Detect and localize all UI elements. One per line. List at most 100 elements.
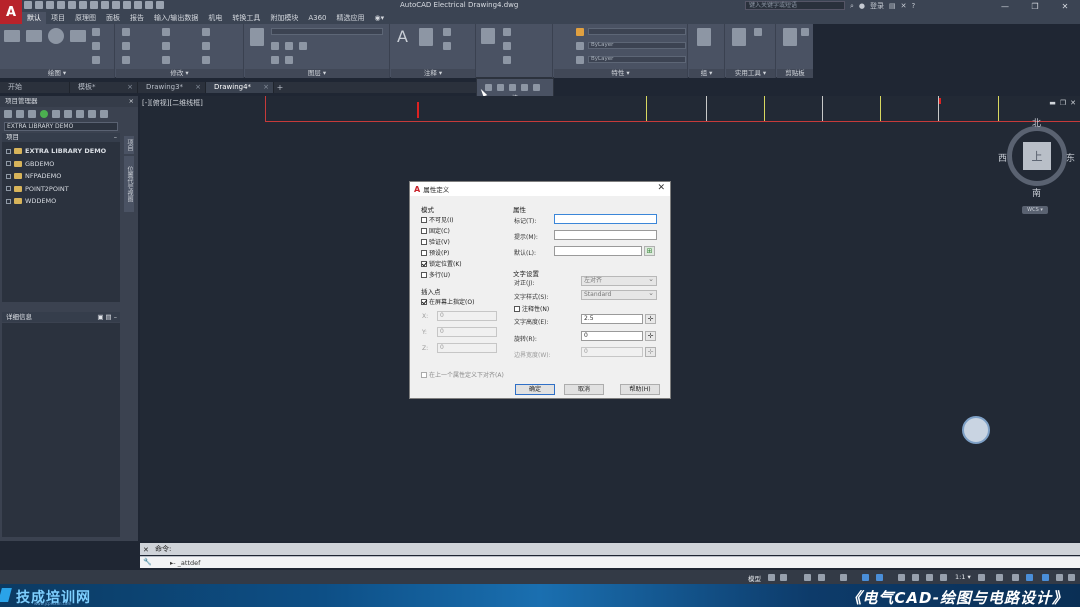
- pick-boundary-icon[interactable]: ✛: [645, 347, 656, 357]
- match-layer-icon[interactable]: [285, 56, 293, 64]
- share-icon[interactable]: [156, 1, 164, 9]
- project-properties-icon[interactable]: [52, 110, 60, 118]
- side-tab-project[interactable]: 项目: [124, 136, 134, 154]
- grid-icon[interactable]: [768, 574, 775, 581]
- edit-attributes-icon[interactable]: [503, 56, 511, 64]
- copy-clip-icon[interactable]: [801, 28, 809, 36]
- paste-icon[interactable]: [783, 28, 797, 46]
- layer-freeze-icon[interactable]: [299, 42, 307, 50]
- constant-checkbox[interactable]: 固定(C): [421, 226, 450, 235]
- expand-icon[interactable]: [6, 148, 11, 154]
- binoculars-icon[interactable]: ⌕: [850, 2, 854, 11]
- table-icon[interactable]: [443, 42, 451, 50]
- measure-icon[interactable]: [732, 28, 746, 46]
- checkbox-box[interactable]: [421, 227, 427, 234]
- color-dropdown[interactable]: [588, 28, 686, 35]
- dialog-close-icon[interactable]: ✕: [657, 183, 665, 193]
- drawing-list-report-icon[interactable]: [64, 110, 72, 118]
- create-block-icon[interactable]: [503, 28, 511, 36]
- panel-utilities-label[interactable]: 实用工具 ▾: [726, 69, 775, 78]
- edit-block-icon[interactable]: [503, 42, 511, 50]
- pick-rotation-icon[interactable]: ✛: [645, 331, 656, 341]
- tab-project[interactable]: 项目: [46, 12, 70, 24]
- synchronize-icon[interactable]: [533, 84, 540, 91]
- move-icon[interactable]: [122, 28, 130, 36]
- new-drawing-icon[interactable]: [28, 110, 36, 118]
- lineweight-toggle-icon[interactable]: [898, 574, 905, 581]
- save-as-icon[interactable]: [57, 1, 65, 9]
- annotative-checkbox[interactable]: 注释性(N): [514, 304, 549, 313]
- checkbox-box[interactable]: [421, 238, 427, 245]
- y-input[interactable]: 0: [437, 327, 497, 337]
- close-tab-icon[interactable]: ×: [127, 82, 133, 93]
- block-editor-icon[interactable]: [521, 84, 528, 91]
- publish-icon[interactable]: [76, 110, 84, 118]
- quick-properties-icon[interactable]: [1026, 574, 1033, 581]
- copy-icon[interactable]: [122, 42, 130, 50]
- tab-addins[interactable]: 附加模块: [265, 12, 303, 24]
- restore-button[interactable]: ❐: [1020, 0, 1050, 12]
- hatch-icon[interactable]: [92, 42, 100, 50]
- tab-electromechanical[interactable]: 机电: [203, 12, 227, 24]
- collapse-icon[interactable]: –: [114, 133, 117, 142]
- doc-tab-start[interactable]: 开始: [0, 82, 70, 93]
- project-gbdemo[interactable]: GBDEMO: [2, 158, 120, 171]
- selection-cycling-icon[interactable]: [926, 574, 933, 581]
- new-tab-button[interactable]: +: [274, 82, 286, 93]
- group-icon[interactable]: [697, 28, 711, 46]
- define-attributes-icon[interactable]: [497, 84, 504, 91]
- select-all-icon[interactable]: [754, 28, 762, 36]
- tab-import-export[interactable]: 输入/输出数据: [149, 12, 203, 24]
- layer-isolate-icon[interactable]: [285, 42, 293, 50]
- lineweight-dropdown[interactable]: ByLayer: [588, 42, 686, 49]
- rotation-input[interactable]: 0: [581, 331, 643, 341]
- cancel-button[interactable]: 取消: [564, 384, 604, 395]
- tab-featured-apps[interactable]: 精选应用: [332, 12, 370, 24]
- checkbox-box[interactable]: [421, 249, 427, 256]
- project-wddemo[interactable]: WDDEMO: [2, 195, 120, 208]
- doc-tab-template[interactable]: 模板* ×: [70, 82, 138, 93]
- ortho-icon[interactable]: [804, 574, 811, 581]
- project-nfpademo[interactable]: NFPADEMO: [2, 170, 120, 183]
- project-select[interactable]: EXTRA LIBRARY DEMO: [4, 122, 118, 131]
- expand-icon[interactable]: [6, 173, 11, 179]
- tab-conversion-tools[interactable]: 转换工具: [227, 12, 265, 24]
- expand-icon[interactable]: [6, 198, 11, 204]
- boundary-width-input[interactable]: 0: [581, 347, 643, 357]
- text-height-input[interactable]: 2.5: [581, 314, 643, 324]
- text-icon[interactable]: A: [397, 28, 411, 46]
- doc-tab-drawing4[interactable]: Drawing4* ×: [206, 82, 274, 93]
- close-tab-icon[interactable]: ×: [263, 82, 269, 93]
- save-icon[interactable]: [46, 1, 54, 9]
- project-extra-library-demo[interactable]: EXTRA LIBRARY DEMO: [2, 145, 120, 158]
- z-input[interactable]: 0: [437, 343, 497, 353]
- ribbon-options-icon[interactable]: ◉▾: [370, 12, 390, 24]
- side-tab-location-view[interactable]: 位置代号视图: [124, 156, 134, 212]
- trim-icon[interactable]: [202, 28, 210, 36]
- insert-block-icon[interactable]: [481, 28, 495, 44]
- checkbox-box[interactable]: [421, 371, 427, 378]
- layer-properties-icon[interactable]: [250, 28, 264, 46]
- arc-icon[interactable]: [70, 30, 86, 42]
- transparency-icon[interactable]: [912, 574, 919, 581]
- layer-dropdown[interactable]: [271, 28, 383, 35]
- close-palette-icon[interactable]: ×: [129, 96, 134, 107]
- isodraft-icon[interactable]: [840, 574, 847, 581]
- x-input[interactable]: 0: [437, 311, 497, 321]
- forward-icon[interactable]: [123, 1, 131, 9]
- make-current-icon[interactable]: [271, 56, 279, 64]
- scale-icon[interactable]: [162, 56, 170, 64]
- open-project-icon[interactable]: [4, 110, 12, 118]
- prompt-input[interactable]: [554, 230, 657, 240]
- model-space-toggle[interactable]: 模型: [748, 573, 761, 583]
- dimension-icon[interactable]: [419, 28, 433, 46]
- verify-checkbox[interactable]: 验证(V): [421, 237, 450, 246]
- rotate-icon[interactable]: [162, 28, 170, 36]
- tag-input[interactable]: [554, 214, 657, 224]
- preset-checkbox[interactable]: 预设(P): [421, 248, 449, 257]
- exchange-icon[interactable]: ✕: [901, 2, 907, 10]
- search-input[interactable]: 键入关键字或短语: [745, 1, 845, 10]
- panel-modify-label[interactable]: 修改 ▾: [116, 69, 243, 78]
- viewcube-top-face[interactable]: 上: [1023, 142, 1051, 170]
- align-below-checkbox[interactable]: 在上一个属性定义下对齐(A): [421, 370, 504, 379]
